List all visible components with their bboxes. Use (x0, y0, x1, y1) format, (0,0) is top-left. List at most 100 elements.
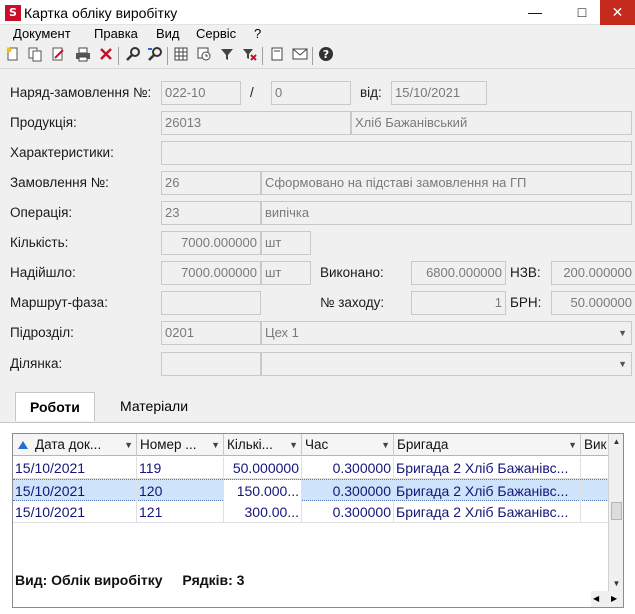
tab-works[interactable]: Роботи (15, 392, 95, 421)
column-header-quantity[interactable]: Кількі... ▼ (224, 434, 302, 456)
column-label-time: Час (305, 437, 329, 452)
new-document-icon[interactable] (4, 46, 22, 66)
status-rows: Рядків: 3 (182, 572, 245, 588)
form-area: Наряд-замовлення №: 022-10 / 0 від: 15/1… (0, 70, 635, 388)
close-button[interactable]: ✕ (600, 0, 635, 25)
scroll-up-icon[interactable]: ▲ (609, 434, 623, 449)
operation-name-field[interactable]: випічка (261, 201, 632, 225)
column-header-time[interactable]: Час ▼ (302, 434, 394, 456)
order-no-field[interactable]: 26 (161, 171, 261, 195)
brn-field[interactable]: 50.000000 (551, 291, 635, 315)
toolbar-separator (167, 47, 168, 65)
column-header-number[interactable]: Номер ... ▼ (137, 434, 224, 456)
tab-materials[interactable]: Матеріали (106, 392, 202, 421)
column-header-vyk[interactable]: Вик (581, 434, 609, 456)
date-label: від: (360, 85, 382, 100)
received-label: Надійшло: (10, 265, 76, 280)
order-number-field[interactable]: 022-10 (161, 81, 241, 105)
delete-icon[interactable] (97, 46, 115, 66)
menu-service[interactable]: Сервіс (196, 26, 236, 41)
refresh-icon[interactable] (195, 46, 213, 66)
toolbar-separator (118, 47, 119, 65)
edit-document-icon[interactable] (49, 46, 67, 66)
scroll-left-icon[interactable]: ◀ (593, 594, 599, 603)
cell-brigade: Бригада 2 Хліб Бажанівс... (394, 480, 581, 502)
section-label: Ділянка: (10, 356, 63, 371)
chevron-down-icon[interactable]: ▼ (618, 322, 627, 344)
order-separator: / (250, 85, 254, 100)
copy-document-icon[interactable] (26, 46, 44, 66)
filter-icon[interactable] (218, 46, 236, 66)
characteristics-field[interactable] (161, 141, 632, 165)
received-unit-field[interactable]: шт (261, 261, 311, 285)
table-row[interactable]: 15/10/2021 121 300.00... 0.300000 Бригад… (13, 501, 609, 523)
vertical-scrollbar[interactable]: ▲ ▼ (608, 434, 623, 591)
cell-brigade: Бригада 2 Хліб Бажанівс... (394, 457, 581, 479)
chevron-down-icon[interactable]: ▼ (381, 434, 390, 456)
help-icon[interactable]: ? (317, 46, 335, 66)
division-select[interactable]: Цех 1 ▼ (261, 321, 632, 345)
cell-brigade: Бригада 2 Хліб Бажанівс... (394, 501, 581, 523)
chevron-down-icon[interactable]: ▼ (211, 434, 220, 456)
product-code-field[interactable]: 26013 (161, 111, 351, 135)
minimize-button[interactable]: — (520, 0, 550, 25)
works-grid[interactable]: Дата док... ▼ Номер ... ▼ Кількі... ▼ Ча… (12, 433, 624, 608)
product-label: Продукція: (10, 115, 77, 130)
column-header-date[interactable]: Дата док... ▼ (13, 434, 137, 456)
section-code-field[interactable] (161, 352, 261, 376)
sort-ascending-icon (18, 441, 28, 449)
horizontal-scrollbar[interactable]: ◀ ▶ (591, 591, 623, 607)
cell-vyk (581, 480, 609, 502)
tab-panel-works: Дата док... ▼ Номер ... ▼ Кількі... ▼ Ча… (0, 422, 635, 614)
status-view: Вид: Облік виробітку (15, 572, 163, 588)
chevron-down-icon[interactable]: ▼ (289, 434, 298, 456)
cell-number: 119 (137, 457, 224, 479)
order-note-field[interactable]: Сформовано на підставі замовлення на ГП (261, 171, 632, 195)
received-field[interactable]: 7000.000000 (161, 261, 261, 285)
done-field[interactable]: 6800.000000 (411, 261, 506, 285)
table-icon[interactable] (172, 46, 190, 66)
column-label-vyk: Вик (584, 437, 607, 452)
scroll-right-icon[interactable]: ▶ (611, 594, 617, 603)
cell-vyk (581, 457, 609, 479)
menu-edit[interactable]: Правка (94, 26, 138, 41)
scroll-thumb[interactable] (611, 502, 622, 520)
maximize-button[interactable]: □ (567, 0, 597, 25)
date-field[interactable]: 15/10/2021 (391, 81, 487, 105)
chevron-down-icon[interactable]: ▼ (568, 434, 577, 456)
section-select[interactable]: ▼ (261, 352, 632, 376)
properties-icon[interactable] (268, 46, 286, 66)
column-label-quantity: Кількі... (227, 437, 273, 452)
attempt-field[interactable]: 1 (411, 291, 506, 315)
quantity-unit-field[interactable]: шт (261, 231, 311, 255)
table-row-selected[interactable]: 15/10/2021 120 150.000... 0.300000 Брига… (13, 479, 609, 502)
division-code-field[interactable]: 0201 (161, 321, 261, 345)
table-row[interactable]: 15/10/2021 119 50.000000 0.300000 Бригад… (13, 457, 609, 479)
chevron-down-icon[interactable]: ▼ (124, 434, 133, 456)
clear-filter-icon[interactable] (240, 46, 258, 66)
brn-label: БРН: (510, 295, 542, 310)
print-icon[interactable] (74, 46, 92, 66)
cell-number: 120 (137, 480, 224, 502)
menu-document[interactable]: Документ (13, 26, 71, 41)
operation-code-field[interactable]: 23 (161, 201, 261, 225)
quantity-field[interactable]: 7000.000000 (161, 231, 261, 255)
cell-number: 121 (137, 501, 224, 523)
chevron-down-icon[interactable]: ▼ (618, 353, 627, 375)
nzv-field[interactable]: 200.000000 (551, 261, 635, 285)
email-icon[interactable] (291, 46, 309, 66)
menu-view[interactable]: Вид (156, 26, 180, 41)
column-label-date: Дата док... (35, 437, 102, 452)
cell-date: 15/10/2021 (13, 480, 137, 502)
find-next-icon[interactable] (146, 46, 164, 66)
column-header-brigade[interactable]: Бригада ▼ (394, 434, 581, 456)
column-label-number: Номер ... (140, 437, 197, 452)
route-field[interactable] (161, 291, 261, 315)
cell-date: 15/10/2021 (13, 457, 137, 479)
menu-bar: Документ Правка Вид Сервіс ? (0, 25, 635, 43)
order-subnumber-field[interactable]: 0 (271, 81, 351, 105)
product-name-field[interactable]: Хліб Бажанівський (351, 111, 632, 135)
find-icon[interactable] (124, 46, 142, 66)
scroll-down-icon[interactable]: ▼ (609, 576, 623, 591)
menu-help[interactable]: ? (254, 26, 261, 41)
